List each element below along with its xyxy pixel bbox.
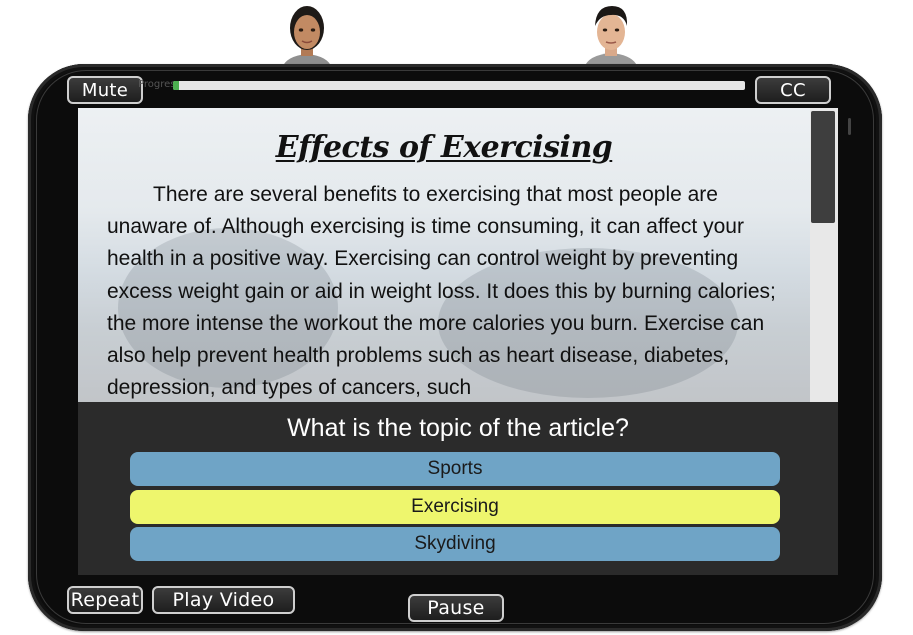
answer-option-sports[interactable]: Sports xyxy=(130,452,780,486)
male-avatar xyxy=(576,0,646,68)
answer-option-exercising[interactable]: Exercising xyxy=(130,490,780,524)
pause-button[interactable]: Pause xyxy=(408,594,504,622)
article-panel: Effects of Exercising There are several … xyxy=(78,108,810,402)
article-title: Effects of Exercising xyxy=(275,130,613,165)
camera-dot xyxy=(848,118,851,135)
cc-button[interactable]: CC xyxy=(755,76,831,104)
content-screen: Effects of Exercising There are several … xyxy=(78,108,838,575)
progress-bar xyxy=(173,81,745,90)
article-scrollbar[interactable] xyxy=(810,108,838,402)
progress-fill xyxy=(173,81,179,90)
article-body: There are several benefits to exercising… xyxy=(107,183,776,400)
quiz-question: What is the topic of the article? xyxy=(287,414,629,442)
female-avatar xyxy=(272,0,342,68)
play-video-button[interactable]: Play Video xyxy=(152,586,295,614)
scrollbar-thumb[interactable] xyxy=(811,111,835,223)
answer-option-skydiving[interactable]: Skydiving xyxy=(130,527,780,561)
mute-button[interactable]: Mute xyxy=(67,76,143,104)
repeat-button[interactable]: Repeat xyxy=(67,586,143,614)
